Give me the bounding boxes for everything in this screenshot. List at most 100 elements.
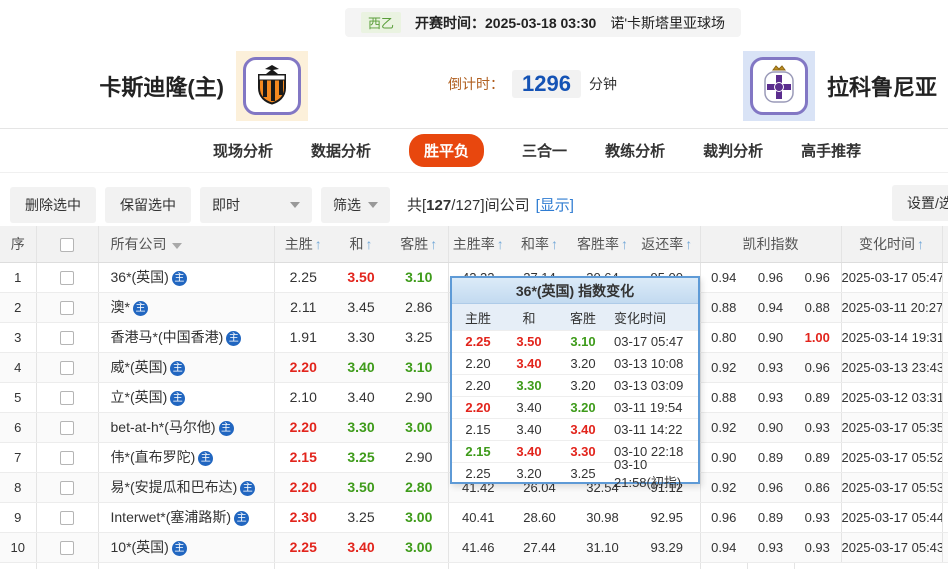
- sort-up-icon[interactable]: ↑: [917, 236, 924, 252]
- sort-up-icon[interactable]: ↑: [551, 236, 558, 252]
- select-all-checkbox[interactable]: [60, 237, 74, 252]
- delete-selected-button[interactable]: 删除选中: [10, 186, 96, 223]
- company-name[interactable]: Interwet*(塞浦路斯): [111, 509, 232, 525]
- odds-value[interactable]: 2.90: [405, 449, 432, 465]
- row-checkbox[interactable]: [60, 270, 74, 285]
- sort-up-icon[interactable]: ↑: [430, 236, 437, 252]
- sort-up-icon[interactable]: ↑: [315, 236, 322, 252]
- sort-up-icon[interactable]: ↑: [366, 236, 373, 252]
- company-cell[interactable]: 10*(英国) 主: [97, 532, 274, 563]
- company-name[interactable]: 10*(英国): [111, 539, 169, 555]
- tab-胜平负[interactable]: 胜平负: [409, 134, 485, 167]
- row-checkbox[interactable]: [60, 420, 74, 435]
- tab-教练分析[interactable]: 教练分析: [605, 140, 665, 161]
- draw-odds-cell[interactable]: 3.40: [332, 352, 390, 383]
- odds-value[interactable]: 3.30: [347, 419, 374, 435]
- keep-selected-button[interactable]: 保留选中: [105, 186, 191, 223]
- company-cell[interactable]: 香港马*(中国香港) 主: [97, 322, 274, 353]
- draw-odds-cell[interactable]: 3.30: [332, 412, 390, 443]
- company-name[interactable]: 易*(安提瓜和巴布达): [111, 479, 238, 495]
- odds-value[interactable]: 3.40: [347, 389, 374, 405]
- odds-value[interactable]: 2.20: [290, 419, 317, 435]
- away-odds-cell[interactable]: 2.90: [390, 382, 448, 413]
- home-odds-cell[interactable]: 2.25: [273, 532, 332, 563]
- tab-数据分析[interactable]: 数据分析: [311, 140, 371, 161]
- company-cell[interactable]: 36*(英国) 主: [97, 262, 274, 293]
- chevron-down-icon[interactable]: [171, 242, 182, 249]
- company-cell[interactable]: bet-at-h*(马尔他) 主: [97, 412, 274, 443]
- home-odds-cell[interactable]: 2.15: [273, 442, 332, 473]
- company-cell[interactable]: 威*(英国) 主: [97, 352, 274, 383]
- row-checkbox[interactable]: [60, 360, 74, 375]
- odds-value[interactable]: 3.30: [347, 329, 374, 345]
- row-checkbox[interactable]: [60, 390, 74, 405]
- draw-odds-cell[interactable]: 3.40: [332, 382, 390, 413]
- odds-value[interactable]: 2.20: [290, 479, 317, 495]
- filter-select[interactable]: 筛选: [321, 186, 390, 223]
- odds-value[interactable]: 3.00: [405, 539, 432, 555]
- home-odds-cell[interactable]: 2.20: [273, 412, 332, 443]
- tab-三合一[interactable]: 三合一: [522, 140, 567, 161]
- away-odds-cell[interactable]: 3.25: [390, 322, 448, 353]
- odds-value[interactable]: 3.25: [405, 329, 432, 345]
- company-name[interactable]: bet-at-h*(马尔他): [111, 419, 216, 435]
- away-odds-cell[interactable]: 3.00: [390, 502, 448, 533]
- home-odds-cell[interactable]: 2.20: [273, 352, 332, 383]
- odds-value[interactable]: 3.00: [405, 509, 432, 525]
- row-checkbox[interactable]: [60, 540, 74, 555]
- instant-odds-select[interactable]: 即时: [200, 186, 312, 223]
- odds-value[interactable]: 2.80: [405, 479, 432, 495]
- odds-value[interactable]: 2.11: [290, 299, 316, 315]
- odds-value[interactable]: 3.40: [347, 359, 374, 375]
- company-name[interactable]: 香港马*(中国香港): [111, 329, 224, 345]
- home-odds-cell[interactable]: 2.20: [273, 472, 332, 503]
- settings-select-button[interactable]: 设置/选择: [892, 185, 948, 221]
- company-cell[interactable]: 立*(英国) 主: [97, 382, 274, 413]
- odds-value[interactable]: 3.10: [405, 359, 432, 375]
- odds-value[interactable]: 3.25: [347, 449, 374, 465]
- draw-odds-cell[interactable]: 3.25: [332, 502, 390, 533]
- odds-value[interactable]: 3.00: [405, 419, 432, 435]
- odds-value[interactable]: 3.50: [347, 479, 374, 495]
- odds-value[interactable]: 2.86: [405, 299, 432, 315]
- sort-up-icon[interactable]: ↑: [621, 236, 628, 252]
- tab-高手推荐[interactable]: 高手推荐: [801, 140, 861, 161]
- home-odds-cell[interactable]: 2.25: [273, 262, 332, 293]
- odds-value[interactable]: 2.90: [405, 389, 432, 405]
- draw-odds-cell[interactable]: 3.50: [332, 472, 390, 503]
- company-name[interactable]: 伟*(直布罗陀): [111, 449, 196, 465]
- row-checkbox[interactable]: [60, 510, 74, 525]
- draw-odds-cell[interactable]: 3.45: [332, 292, 390, 323]
- odds-value[interactable]: 2.25: [290, 539, 317, 555]
- company-cell[interactable]: 澳* 主: [97, 292, 274, 323]
- company-cell[interactable]: 易*(安提瓜和巴布达) 主: [97, 472, 274, 503]
- odds-value[interactable]: 3.40: [347, 539, 374, 555]
- home-odds-cell[interactable]: 2.11: [273, 292, 332, 323]
- odds-value[interactable]: 2.10: [290, 389, 317, 405]
- away-odds-cell[interactable]: 3.00: [390, 412, 448, 443]
- away-odds-cell[interactable]: 3.00: [390, 532, 448, 563]
- show-link[interactable]: [显示]: [536, 197, 574, 214]
- draw-odds-cell[interactable]: 3.50: [332, 262, 390, 293]
- company-name[interactable]: 36*(英国): [111, 269, 169, 285]
- draw-odds-cell[interactable]: 3.40: [332, 532, 390, 563]
- odds-value[interactable]: 3.45: [347, 299, 374, 315]
- company-cell[interactable]: Interwet*(塞浦路斯) 主: [97, 502, 274, 533]
- draw-odds-cell[interactable]: 3.30: [332, 322, 390, 353]
- sort-up-icon[interactable]: ↑: [497, 236, 504, 252]
- row-checkbox[interactable]: [60, 480, 74, 495]
- home-odds-cell[interactable]: 2.30: [273, 502, 332, 533]
- row-checkbox[interactable]: [60, 450, 74, 465]
- draw-odds-cell[interactable]: 3.25: [332, 442, 390, 473]
- sort-up-icon[interactable]: ↑: [685, 236, 692, 252]
- company-name[interactable]: 澳*: [111, 299, 130, 315]
- home-odds-cell[interactable]: 2.10: [273, 382, 332, 413]
- odds-value[interactable]: 3.50: [347, 269, 374, 285]
- away-odds-cell[interactable]: 3.10: [390, 352, 448, 383]
- odds-value[interactable]: 3.10: [405, 269, 432, 285]
- company-cell[interactable]: 伟*(直布罗陀) 主: [97, 442, 274, 473]
- odds-value[interactable]: 1.91: [290, 329, 317, 345]
- company-name[interactable]: 立*(英国): [111, 389, 168, 405]
- company-name[interactable]: 威*(英国): [111, 359, 168, 375]
- row-checkbox[interactable]: [60, 330, 74, 345]
